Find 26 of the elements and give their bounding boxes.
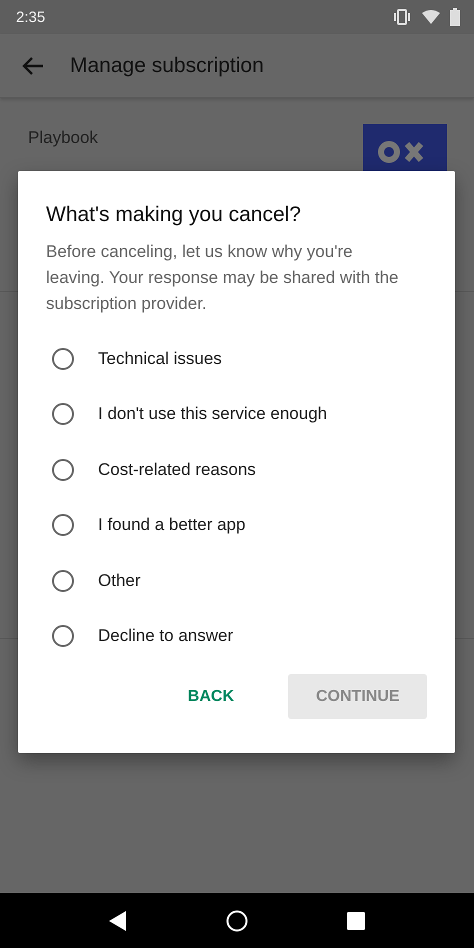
option-label[interactable]: I don't use this service enough	[98, 404, 328, 424]
radio-button[interactable]	[52, 403, 74, 426]
dialog-message: Before canceling, let us know why you're leaving. Your response may be shared with the subscription provider.	[46, 241, 400, 315]
option-label[interactable]: Technical issues	[98, 348, 222, 369]
radio-button[interactable]	[52, 625, 74, 648]
app-logo-icon	[363, 124, 447, 172]
option-label[interactable]: Other	[98, 570, 141, 591]
radio-button[interactable]	[52, 348, 74, 370]
dialog-title: What's making you cancel?	[46, 203, 302, 227]
back-arrow-icon[interactable]	[22, 56, 44, 74]
option-label[interactable]: I found a better app	[98, 515, 246, 536]
subscription-name: Playbook	[28, 128, 98, 148]
radio-button[interactable]	[52, 514, 74, 536]
status-time: 2:35	[16, 8, 46, 26]
option-label[interactable]: Cost-related reasons	[98, 460, 256, 480]
radio-button[interactable]	[52, 570, 74, 592]
back-icon[interactable]	[109, 910, 128, 930]
wifi-icon	[422, 10, 440, 24]
recents-icon[interactable]	[346, 912, 365, 930]
back-button[interactable]: BACK	[160, 674, 262, 719]
radio-button[interactable]	[52, 458, 74, 481]
home-icon[interactable]	[226, 910, 248, 932]
option-label[interactable]: Decline to answer	[98, 626, 234, 646]
battery-icon	[450, 8, 460, 26]
page-title: Manage subscription	[70, 54, 264, 78]
vibrate-icon	[392, 9, 412, 25]
